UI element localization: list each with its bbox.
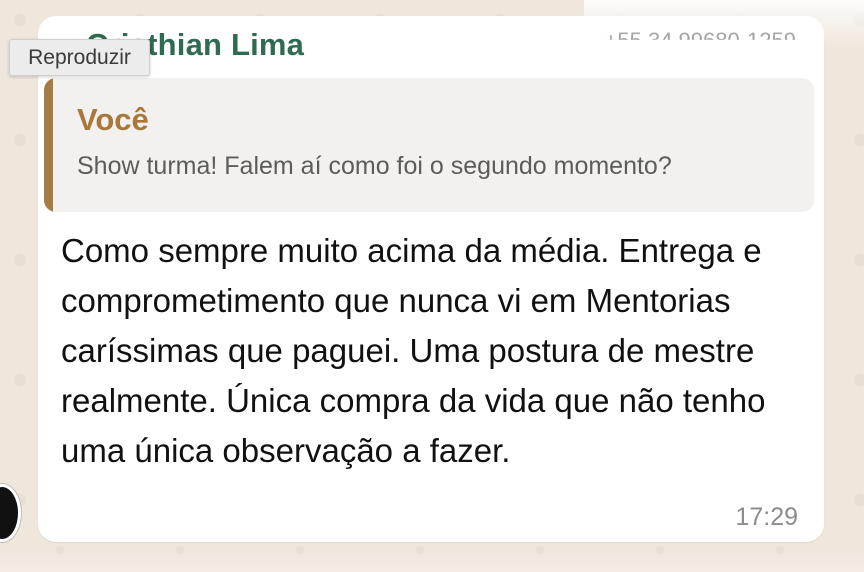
quoted-message[interactable]: Você Show turma! Falem aí como foi o seg… <box>44 78 814 212</box>
audio-play-control-icon <box>0 487 18 539</box>
bottom-overlay <box>0 548 864 572</box>
message-text: Como sempre muito acima da média. Entreg… <box>61 232 766 469</box>
quote-accent-bar <box>44 78 53 212</box>
message-bubble[interactable]: Cristhian Lima +55 34 99680-1259 Você Sh… <box>38 16 824 542</box>
audio-play-control[interactable] <box>0 484 21 542</box>
top-right-overlay <box>584 0 864 48</box>
message-timestamp: 17:29 <box>735 503 798 531</box>
quoted-text: Show turma! Falem aí como foi o segundo … <box>77 152 672 180</box>
playback-tooltip: Reproduzir <box>9 39 150 76</box>
quoted-author: Você <box>77 102 149 137</box>
